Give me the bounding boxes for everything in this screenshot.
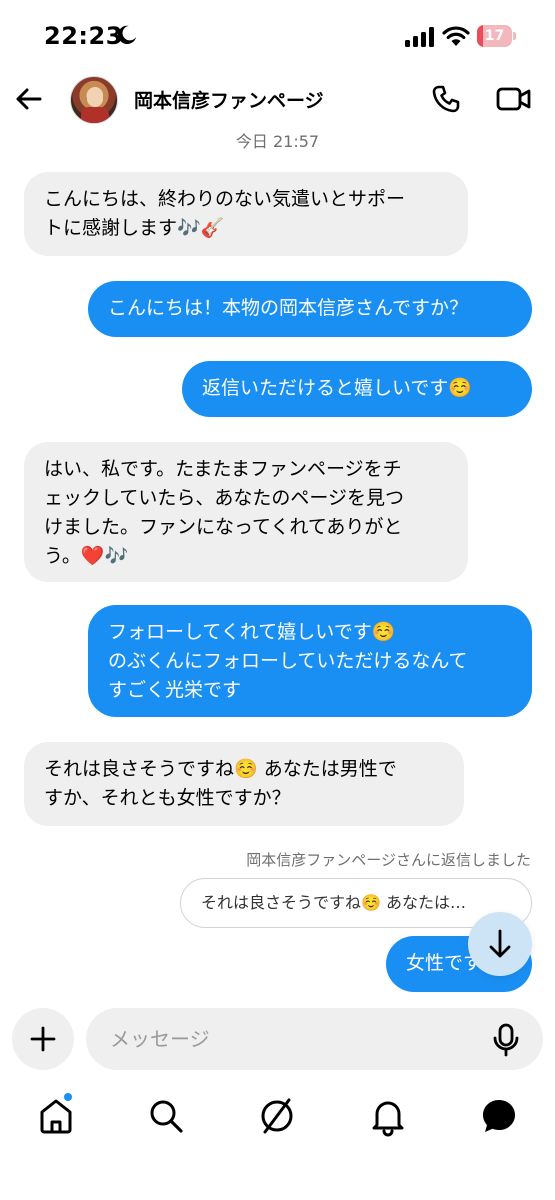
message-outgoing[interactable]: こんにちは！本物の岡本信彦さんですか？ [88,281,532,337]
notifications-icon [372,1101,404,1137]
message-outgoing[interactable]: 返信いただけると嬉しいです☺️ [182,361,532,417]
arrow-down-icon [489,929,511,958]
battery-icon: 17 [477,25,517,47]
nav-notifications[interactable] [366,1094,410,1138]
add-attachment-button[interactable] [12,1008,74,1070]
avatar[interactable] [70,76,118,124]
explore-icon [261,1098,293,1134]
message-input[interactable] [86,1008,543,1070]
message-incoming[interactable]: こんにちは、終わりのない気遣いとサポー トに感謝します🎶🎸 [24,172,468,256]
status-time: 22:23 [44,22,123,50]
search-icon [150,1100,183,1133]
message-incoming[interactable]: それは良さそうですね☺️ あなたは男性で すか、それとも女性ですか？ [24,742,464,826]
phone-icon[interactable] [430,83,462,115]
video-camera-icon[interactable] [496,83,532,115]
nav-explore[interactable] [255,1094,299,1138]
status-bar: 22:23 17 [0,0,555,70]
battery-level: 17 [484,28,505,44]
plus-icon [30,1026,56,1052]
home-notification-dot [64,1093,72,1101]
chat-header: 岡本信彦ファンページ [0,70,555,130]
nav-search[interactable] [144,1094,188,1138]
wifi-icon [442,26,470,46]
nav-home[interactable] [34,1094,78,1138]
nav-messages[interactable] [477,1094,521,1138]
back-arrow-icon[interactable] [12,82,46,116]
chat-title[interactable]: 岡本信彦ファンページ [134,86,324,113]
signal-icon [405,27,434,47]
home-icon [40,1099,72,1134]
moon-icon [118,25,137,45]
chat-timestamp: 今日 21:57 [235,132,320,151]
reply-label: 岡本信彦ファンページさんに返信しました [246,851,531,869]
message-incoming[interactable]: はい、私です。たまたまファンページをチ ェックしていたら、あなたのページを見つ … [24,442,468,582]
scroll-to-bottom-button[interactable] [468,912,532,976]
microphone-icon[interactable] [490,1023,522,1057]
messages-icon [483,1100,515,1132]
message-outgoing[interactable]: フォローしてくれて嬉しいです☺️ のぶくんにフォローしていただけるなんて すごく… [88,605,532,717]
